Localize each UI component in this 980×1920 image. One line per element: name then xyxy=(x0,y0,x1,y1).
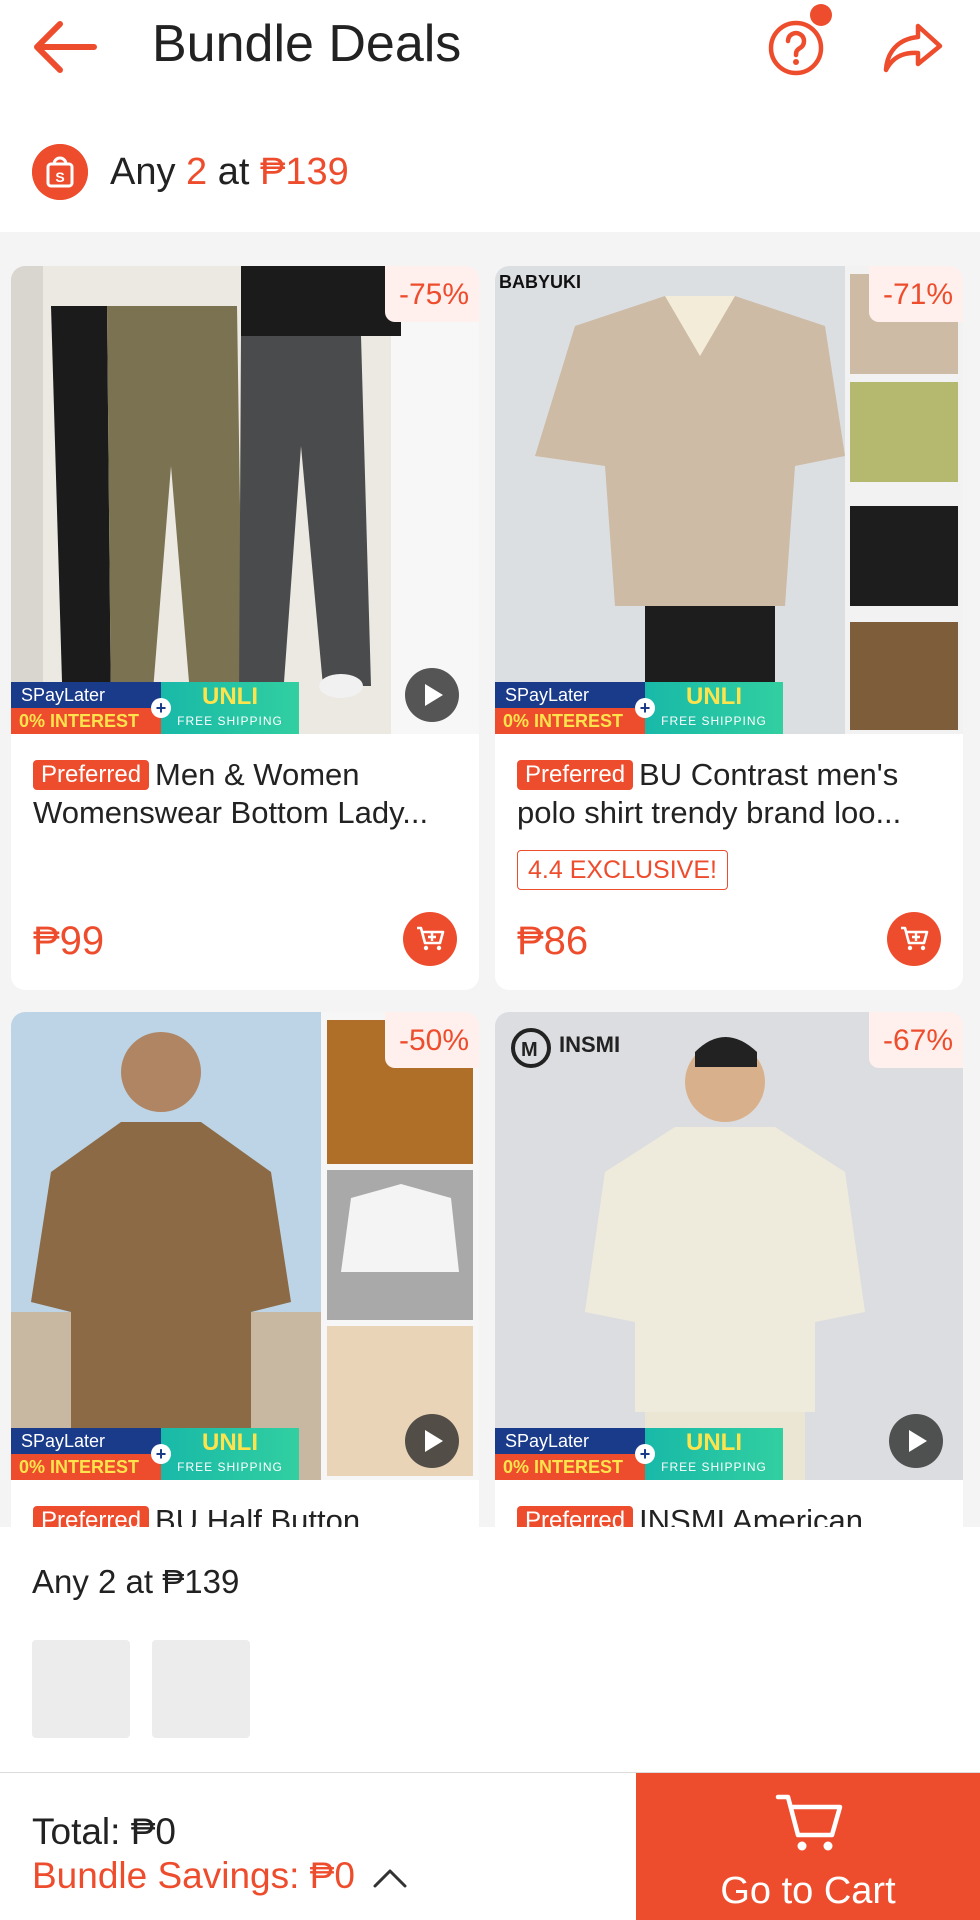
spaylater-badge: SPayLater 0% INTEREST xyxy=(11,682,161,734)
go-to-cart-label: Go to Cart xyxy=(720,1870,896,1912)
add-to-cart-button[interactable] xyxy=(887,912,941,966)
spaylater-badge: SPayLater 0% INTEREST xyxy=(495,682,645,734)
pants-photo xyxy=(11,266,479,734)
total-amount: Total: ₱0 xyxy=(32,1811,176,1852)
svg-text:M: M xyxy=(521,1039,538,1061)
cart-icon xyxy=(775,1794,843,1851)
linen-shirt-photo xyxy=(11,1012,479,1480)
promo-strip: SPayLater 0% INTEREST UNLI FREE SHIPPING… xyxy=(495,1428,785,1480)
plus-icon: + xyxy=(151,698,171,718)
free-shipping-badge: UNLI FREE SHIPPING xyxy=(645,682,783,734)
product-card[interactable]: M INSMI -67% SPayLater 0% INTEREST UNLI xyxy=(495,1012,963,1527)
spaylater-badge: SPayLater 0% INTEREST xyxy=(495,1428,645,1480)
spaylater-badge: SPayLater 0% INTEREST xyxy=(11,1428,161,1480)
play-video-icon[interactable] xyxy=(405,1414,459,1468)
cart-plus-icon xyxy=(417,926,445,951)
discount-badge: -75% xyxy=(384,266,479,322)
product-name: Preferred BU Half Button xyxy=(33,1502,463,1527)
bundle-deals-screen: Bundle Deals S Any 2 at ₱139 -75% SPayLa… xyxy=(0,0,980,1920)
product-image[interactable]: -75% SPayLater 0% INTEREST UNLI FREE SHI… xyxy=(11,266,479,734)
notification-dot xyxy=(810,4,832,26)
preferred-badge: Preferred xyxy=(33,1506,150,1527)
textured-shirt-photo: M INSMI xyxy=(511,1028,865,1480)
back-arrow-icon[interactable] xyxy=(30,18,100,76)
product-name: Preferred BU Contrast men's polo shirt tr… xyxy=(517,757,902,830)
checkout-bar: Total: ₱0 Bundle Savings: ₱0 Go to Cart xyxy=(0,1772,980,1920)
polo-photo: BABYUKI xyxy=(499,266,963,734)
discount-badge: -67% xyxy=(868,1012,963,1068)
promo-strip: SPayLater 0% INTEREST UNLI FREE SHIPPING… xyxy=(11,682,301,734)
free-shipping-badge: UNLI FREE SHIPPING xyxy=(645,1428,783,1480)
plus-icon: + xyxy=(151,1444,171,1464)
svg-text:S: S xyxy=(55,169,64,185)
share-icon[interactable] xyxy=(880,18,946,78)
discount-badge: -50% xyxy=(384,1012,479,1068)
exclusive-tag: 4.4 EXCLUSIVE! xyxy=(517,850,728,890)
product-name: Preferred Men & Women Womenswear Bottom L… xyxy=(33,757,429,830)
product-name: Preferred INSMI American xyxy=(517,1502,947,1527)
page-title: Bundle Deals xyxy=(152,15,462,73)
bundle-selection-panel: Any 2 at ₱139 xyxy=(0,1527,980,1772)
chevron-up-icon[interactable] xyxy=(372,1867,408,1889)
svg-text:BABYUKI: BABYUKI xyxy=(499,272,581,292)
product-price: ₱99 xyxy=(33,919,105,963)
plus-icon: + xyxy=(635,698,655,718)
preferred-badge: Preferred xyxy=(517,760,634,790)
product-grid: -75% SPayLater 0% INTEREST UNLI FREE SHI… xyxy=(0,232,980,1527)
deal-description: Any 2 at ₱139 xyxy=(110,151,349,193)
bundle-slot[interactable] xyxy=(152,1640,250,1738)
product-price: ₱86 xyxy=(517,919,589,963)
product-image[interactable]: BABYUKI -71% SPayLater 0% INTEREST UNLI … xyxy=(495,266,963,734)
svg-text:INSMI: INSMI xyxy=(559,1032,620,1057)
product-image[interactable]: -50% SPayLater 0% INTEREST UNLI FREE SHI… xyxy=(11,1012,479,1480)
promo-strip: SPayLater 0% INTEREST UNLI FREE SHIPPING… xyxy=(11,1428,301,1480)
free-shipping-badge: UNLI FREE SHIPPING xyxy=(161,682,299,734)
product-image[interactable]: M INSMI -67% SPayLater 0% INTEREST UNLI xyxy=(495,1012,963,1480)
free-shipping-badge: UNLI FREE SHIPPING xyxy=(161,1428,299,1480)
product-card[interactable]: -50% SPayLater 0% INTEREST UNLI FREE SHI… xyxy=(11,1012,479,1527)
play-video-icon[interactable] xyxy=(889,1414,943,1468)
top-bar: Bundle Deals xyxy=(0,0,980,100)
add-to-cart-button[interactable] xyxy=(403,912,457,966)
promo-strip: SPayLater 0% INTEREST UNLI FREE SHIPPING… xyxy=(495,682,785,734)
cart-plus-icon xyxy=(901,926,929,951)
play-video-icon[interactable] xyxy=(405,668,459,722)
go-to-cart-button[interactable]: Go to Cart xyxy=(636,1773,980,1920)
plus-icon: + xyxy=(635,1444,655,1464)
bundle-savings: Bundle Savings: ₱0 xyxy=(32,1855,355,1896)
selection-summary: Any 2 at ₱139 xyxy=(32,1563,240,1600)
deal-banner: S Any 2 at ₱139 xyxy=(0,100,980,232)
preferred-badge: Preferred xyxy=(517,1506,634,1527)
discount-badge: -71% xyxy=(868,266,963,322)
help-icon[interactable] xyxy=(766,18,826,78)
product-card[interactable]: BABYUKI -71% SPayLater 0% INTEREST UNLI … xyxy=(495,266,963,990)
shopee-bag-icon: S xyxy=(32,144,88,200)
preferred-badge: Preferred xyxy=(33,760,150,790)
bundle-slot[interactable] xyxy=(32,1640,130,1738)
product-card[interactable]: -75% SPayLater 0% INTEREST UNLI FREE SHI… xyxy=(11,266,479,990)
